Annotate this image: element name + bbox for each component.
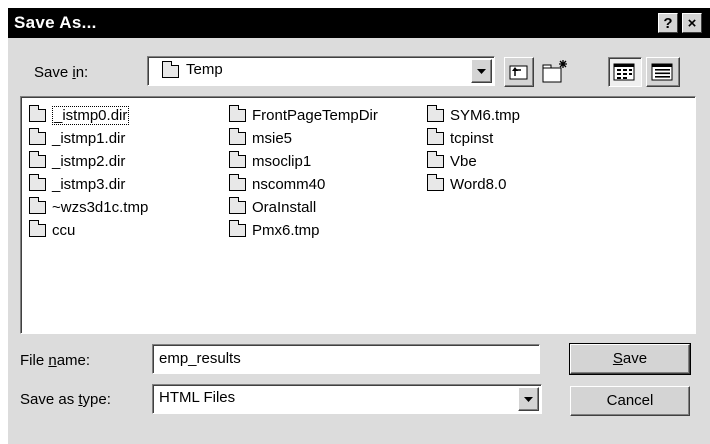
- save-in-dropdown-arrow[interactable]: [471, 59, 492, 83]
- folder-icon: [427, 104, 444, 122]
- help-button[interactable]: ?: [658, 13, 678, 33]
- folder-icon: [229, 173, 246, 191]
- list-item[interactable]: FrontPageTempDir: [229, 104, 378, 125]
- folder-icon: [29, 104, 46, 122]
- help-icon: ?: [663, 15, 673, 32]
- list-item[interactable]: msoclip1: [229, 150, 311, 171]
- close-icon: ×: [687, 15, 697, 32]
- save-in-label: Save in:: [34, 64, 89, 81]
- file-name-label: File name:: [20, 352, 91, 369]
- dialog-title: Save As...: [14, 13, 97, 32]
- save-button[interactable]: Save: [569, 343, 691, 375]
- save-as-type-dropdown-arrow[interactable]: [518, 387, 539, 411]
- title-bar[interactable]: Save As... ? ×: [8, 8, 710, 38]
- file-name-input[interactable]: emp_results: [152, 344, 540, 374]
- save-as-dialog: Save As... ? × Save in: Temp _istmp0.dir…: [8, 8, 710, 444]
- list-item[interactable]: msie5: [229, 127, 292, 148]
- list-item[interactable]: _istmp2.dir: [29, 150, 125, 171]
- folder-icon: [229, 127, 246, 145]
- folder-icon: [427, 127, 444, 145]
- save-as-type-dropdown[interactable]: HTML Files: [152, 384, 542, 414]
- list-item[interactable]: _istmp1.dir: [29, 127, 125, 148]
- up-one-level-button[interactable]: [504, 57, 534, 87]
- chevron-down-icon: [524, 397, 533, 402]
- folder-icon: [29, 219, 46, 237]
- folder-icon: [29, 127, 46, 145]
- create-new-folder-icon: [542, 60, 567, 83]
- folder-icon: [427, 173, 444, 191]
- folder-icon: [162, 61, 179, 78]
- cancel-button[interactable]: Cancel: [570, 386, 690, 416]
- list-item[interactable]: Word8.0: [427, 173, 506, 194]
- list-item[interactable]: Vbe: [427, 150, 477, 171]
- list-item[interactable]: OraInstall: [229, 196, 316, 217]
- list-item[interactable]: ~wzs3d1c.tmp: [29, 196, 148, 217]
- list-item[interactable]: _istmp0.dir: [29, 104, 130, 125]
- close-button[interactable]: ×: [682, 13, 702, 33]
- details-view-icon: [651, 63, 673, 81]
- folder-icon: [229, 219, 246, 237]
- folder-icon: [229, 104, 246, 122]
- list-item[interactable]: _istmp3.dir: [29, 173, 125, 194]
- details-view-button[interactable]: [646, 57, 680, 87]
- chevron-down-icon: [477, 69, 486, 74]
- list-item[interactable]: SYM6.tmp: [427, 104, 520, 125]
- folder-icon: [29, 150, 46, 168]
- save-as-type-label: Save as type:: [20, 391, 111, 408]
- folder-icon: [229, 150, 246, 168]
- folder-icon: [29, 173, 46, 191]
- list-item[interactable]: ccu: [29, 219, 75, 240]
- folder-icon: [427, 150, 444, 168]
- file-list[interactable]: _istmp0.dir _istmp1.dir _istmp2.dir _ist…: [20, 96, 696, 334]
- list-item[interactable]: nscomm40: [229, 173, 325, 194]
- list-view-icon: [613, 63, 635, 81]
- folder-icon: [29, 196, 46, 214]
- save-in-dropdown[interactable]: Temp: [147, 56, 495, 86]
- list-item[interactable]: Pmx6.tmp: [229, 219, 320, 240]
- up-one-level-icon: [509, 65, 528, 80]
- list-item[interactable]: tcpinst: [427, 127, 493, 148]
- folder-icon: [229, 196, 246, 214]
- list-view-button[interactable]: [608, 57, 642, 87]
- create-new-folder-button[interactable]: [540, 57, 570, 87]
